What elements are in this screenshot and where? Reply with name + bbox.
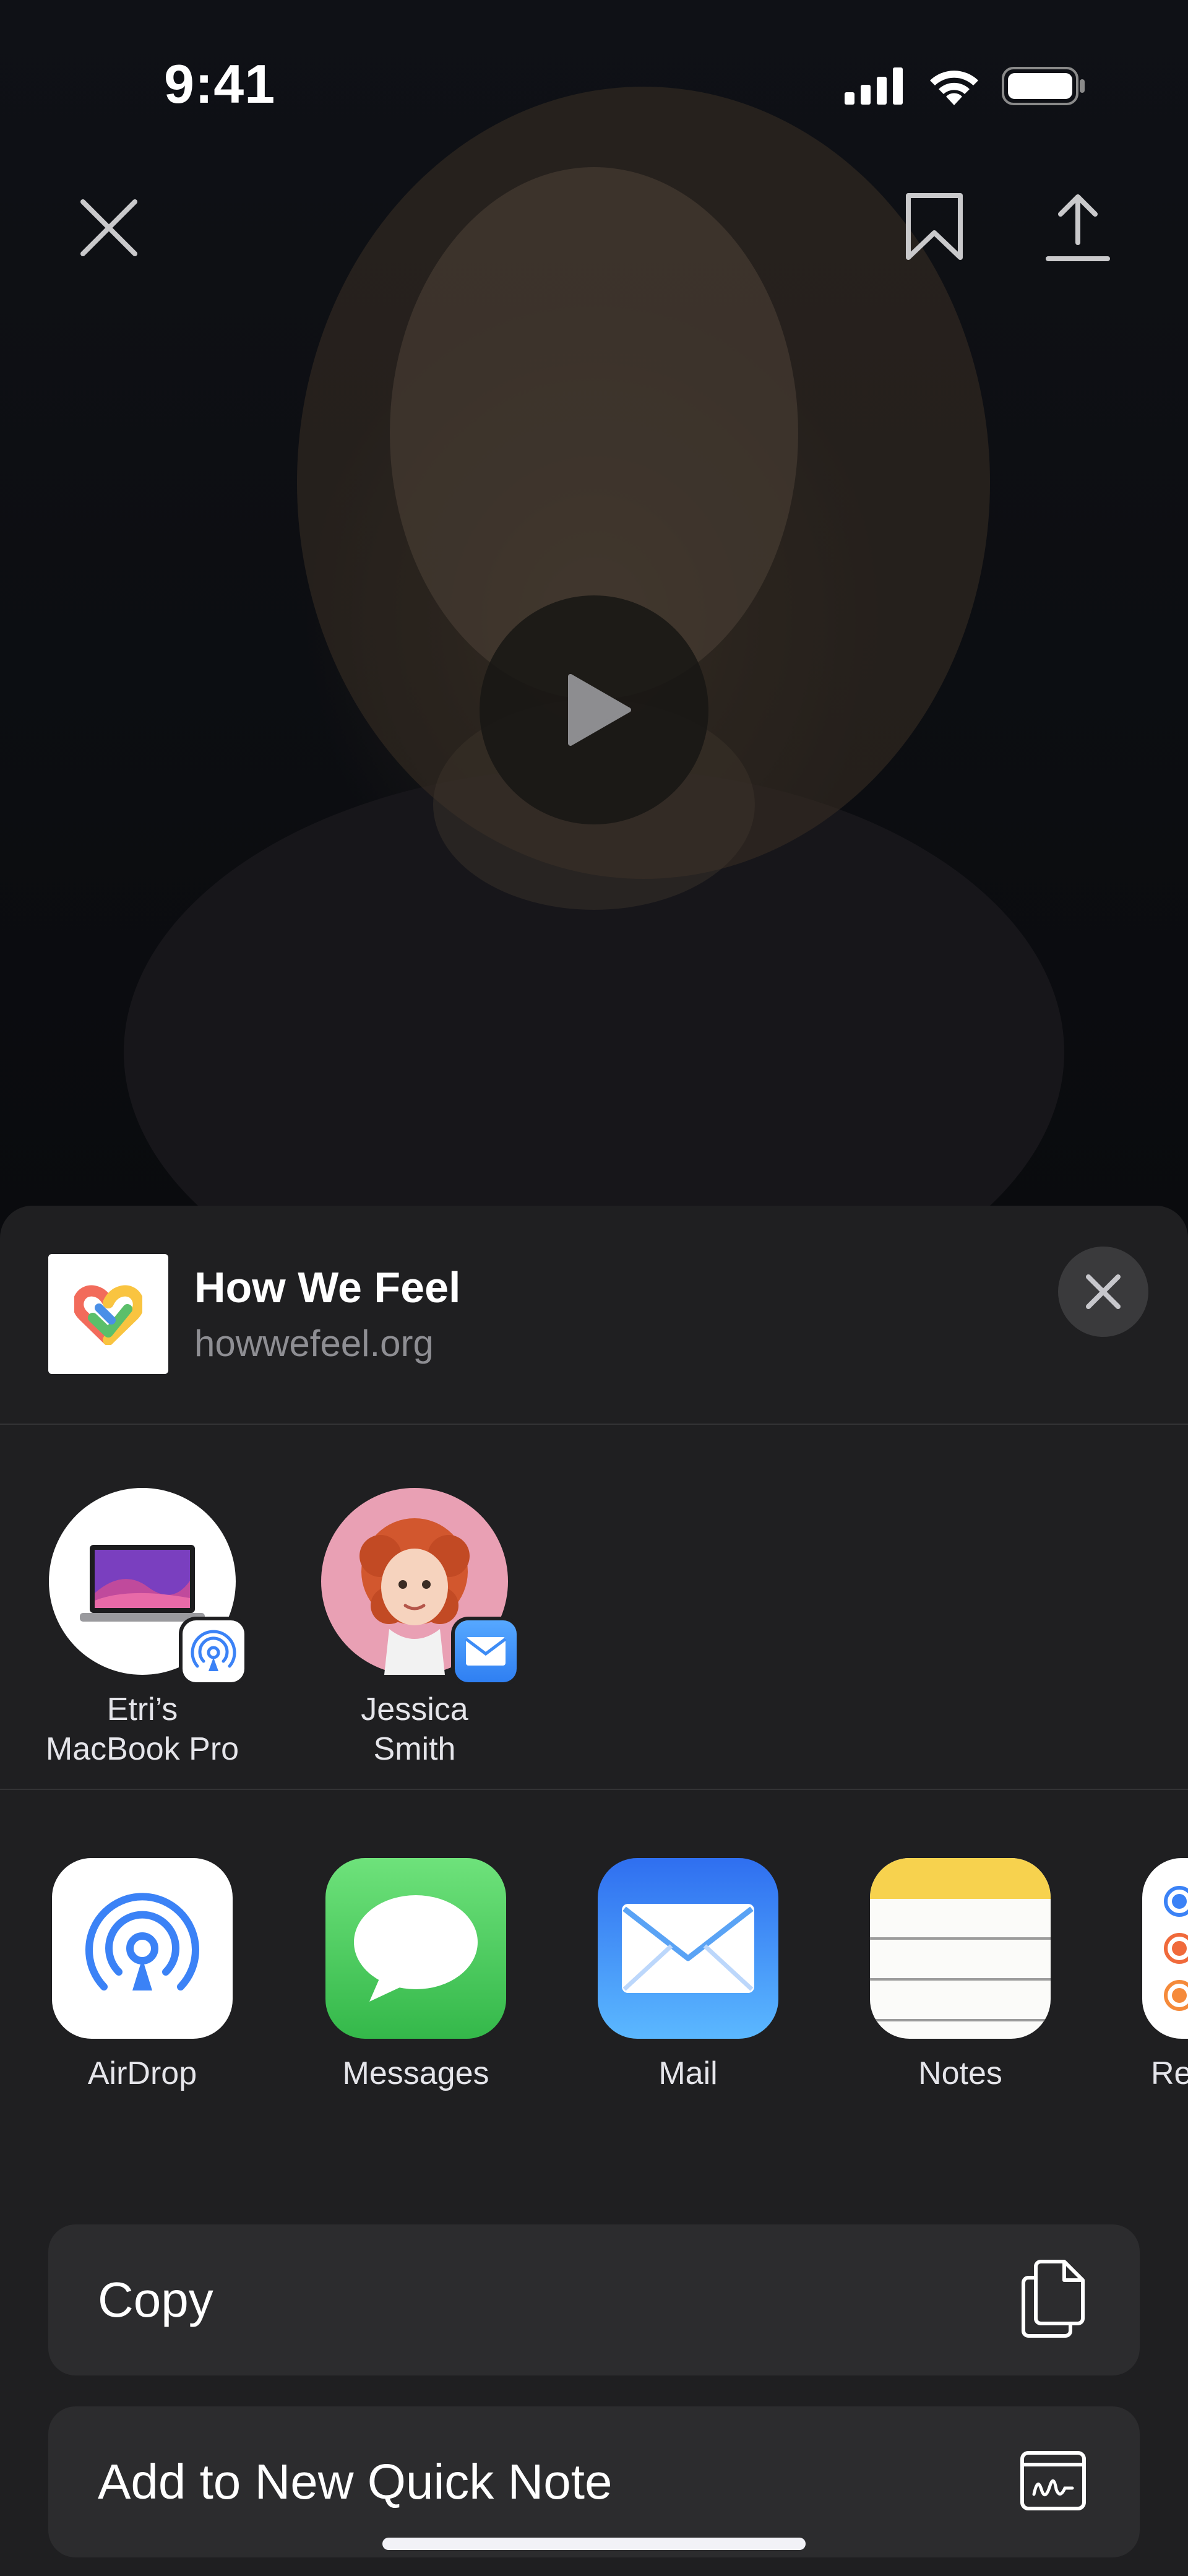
app-reminders[interactable]: Re [1140,1858,1188,2092]
app-thumbnail [48,1254,168,1374]
person-name: Jessica Smith [361,1692,468,1767]
app-messages[interactable]: Messages [323,1858,509,2092]
avatar [321,1488,517,1682]
share-sheet-header: How We Feel howwefeel.org [0,1206,1188,1425]
home-indicator[interactable] [382,2538,806,2550]
cellular-signal-icon [845,67,903,105]
share-apps-row: AirDrop Messages Mail Notes Re [0,1789,1188,2135]
close-icon [80,199,137,256]
message-bubble-icon [354,1895,478,2002]
action-label: Add to New Quick Note [98,2454,613,2509]
action-label: Copy [98,2272,213,2327]
share-button[interactable] [1046,193,1110,266]
airdrop-badge [183,1620,244,1682]
app-notes[interactable]: Notes [867,1858,1053,2092]
app-airdrop[interactable]: AirDrop [50,1858,235,2092]
bookmark-button[interactable] [905,192,964,264]
copy-action[interactable]: Copy [48,2224,1140,2375]
quick-note-action[interactable]: Add to New Quick Note [48,2406,1140,2557]
app-label: Re [1151,2055,1188,2091]
close-button[interactable] [78,197,140,262]
mail-icon [465,1637,507,1666]
airdrop-icon [85,1893,199,1990]
bookmark-icon [906,193,963,260]
app-label: Messages [342,2055,489,2091]
status-bar: 9:41 [0,0,1188,173]
how-we-feel-logo-icon [74,1285,142,1345]
app-mail[interactable]: Mail [595,1858,781,2092]
share-subtitle: howwefeel.org [194,1323,434,1364]
app-label: Mail [658,2055,718,2091]
close-icon [1086,1274,1121,1309]
status-time: 9:41 [164,53,276,115]
share-icon [1046,194,1110,261]
battery-icon [1002,67,1085,105]
wifi-icon [930,71,978,105]
messages-app-icon [325,1858,506,2039]
video-player[interactable]: 9:41 [0,0,1188,1244]
person-jessica-smith[interactable]: Jessica Smith [297,1488,532,1769]
person-etri-macbook[interactable]: Etri’s MacBook Pro [25,1488,260,1769]
mail-badge [455,1620,517,1682]
play-icon [568,674,631,746]
share-title: How We Feel [194,1263,461,1312]
status-icons [845,67,1086,105]
share-close-button[interactable] [1058,1247,1148,1337]
mail-icon [622,1904,754,1993]
notes-icon [870,1858,1051,2021]
person-name: Etri’s MacBook Pro [45,1692,239,1767]
people-suggestions: Etri’s MacBook Pro Jessica Smith [0,1424,1188,1790]
notes-app-icon [870,1858,1051,2039]
app-label: AirDrop [87,2055,197,2091]
airdrop-icon [191,1630,236,1671]
airdrop-app-icon [52,1858,233,2039]
quick-note-icon [1010,2437,1096,2524]
share-sheet: How We Feel howwefeel.org Etri’s MacBook… [0,1206,1188,2576]
copy-icon [1010,2255,1096,2342]
reminders-app-icon [1142,1858,1188,2039]
app-label: Notes [918,2055,1002,2091]
reminders-icon [1164,1886,1188,2011]
avatar [49,1488,244,1682]
play-button[interactable] [480,595,708,824]
mail-app-icon [598,1858,778,2039]
